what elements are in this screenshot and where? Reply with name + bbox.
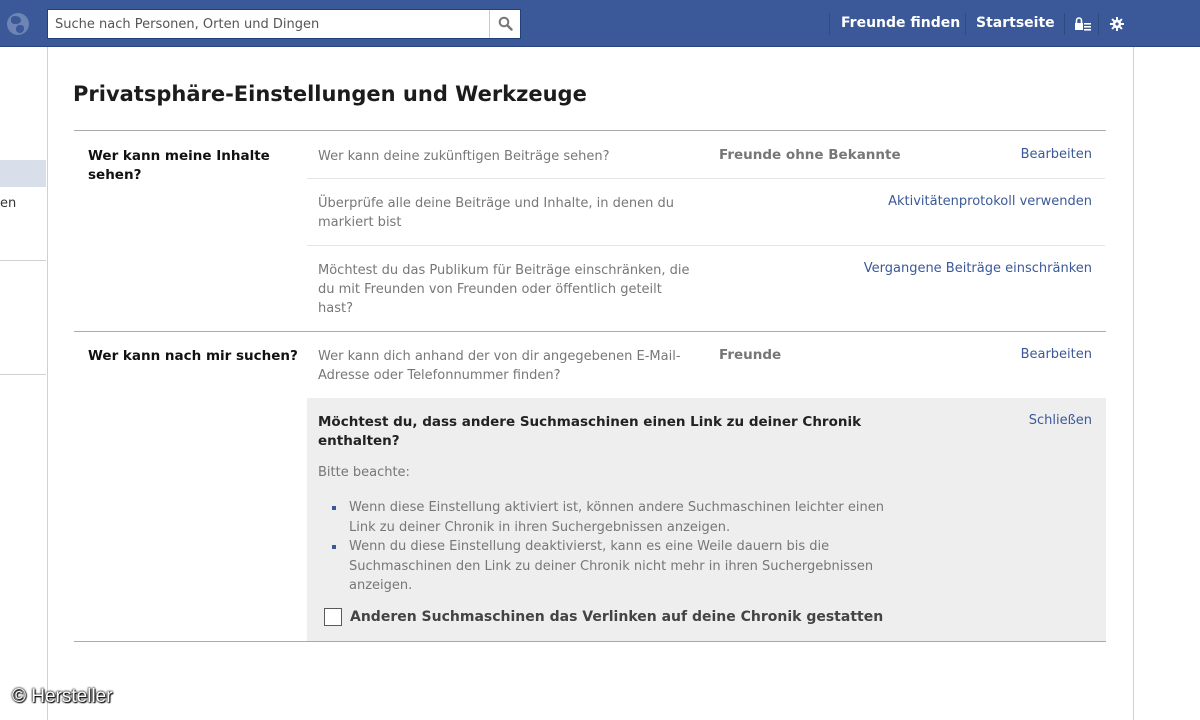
- section-divider: [74, 130, 1106, 131]
- setting-value: Freunde: [719, 347, 782, 363]
- sidebar-divider: [0, 260, 46, 261]
- notifications-globe-icon[interactable]: [7, 13, 29, 35]
- limit-past-posts-link[interactable]: Vergangene Beiträge einschränken: [864, 261, 1092, 276]
- activity-log-link[interactable]: Aktivitätenprotokoll verwenden: [888, 194, 1092, 209]
- section-label-content-visibility: Wer kann meine Inhalte sehen?: [88, 148, 270, 183]
- search-icon: [498, 16, 513, 31]
- setting-question: Möchtest du das Publikum für Beiträge ei…: [318, 263, 690, 316]
- panel-note: Bitte beachte:: [318, 465, 410, 480]
- search-input[interactable]: [48, 10, 490, 38]
- top-navigation-bar: Freunde finden Startseite: [0, 0, 1200, 47]
- row-divider: [307, 178, 1105, 179]
- list-item: Wenn diese Einstellung aktiviert ist, kö…: [330, 498, 910, 537]
- close-link[interactable]: Schließen: [1029, 413, 1092, 428]
- nav-separator: [965, 13, 966, 35]
- panel-question: Möchtest du, dass andere Suchmaschinen e…: [318, 414, 862, 449]
- copyright-watermark: © Hersteller: [12, 686, 113, 707]
- nav-separator: [1064, 13, 1065, 35]
- section-divider: [74, 641, 1106, 642]
- list-item: Wenn du diese Einstellung deaktivierst, …: [330, 537, 910, 596]
- sidebar-item-selected[interactable]: [0, 160, 46, 187]
- allow-search-engines-checkbox[interactable]: [324, 608, 342, 626]
- setting-value: Freunde ohne Bekannte: [719, 147, 901, 163]
- settings-gear-icon[interactable]: [1107, 14, 1127, 34]
- setting-question: Wer kann deine zukünftigen Beiträge sehe…: [318, 149, 610, 164]
- nav-separator: [1098, 13, 1099, 35]
- nav-home[interactable]: Startseite: [976, 15, 1055, 31]
- setting-question: Überprüfe alle deine Beiträge und Inhalt…: [318, 196, 674, 230]
- section-label-search: Wer kann nach mir suchen?: [88, 348, 298, 364]
- checkbox-label: Anderen Suchmaschinen das Verlinken auf …: [350, 609, 884, 625]
- content-left-border: [47, 47, 48, 720]
- row-divider: [307, 245, 1105, 246]
- page-title: Privatsphäre-Einstellungen und Werkzeuge: [73, 82, 587, 106]
- section-divider: [74, 331, 1106, 332]
- sidebar-item-partial[interactable]: en: [0, 196, 16, 211]
- allow-search-engines-option[interactable]: Anderen Suchmaschinen das Verlinken auf …: [324, 608, 883, 626]
- setting-question: Wer kann dich anhand der von dir angegeb…: [318, 349, 681, 383]
- nav-find-friends[interactable]: Freunde finden: [841, 15, 960, 31]
- edit-lookup-link[interactable]: Bearbeiten: [1021, 347, 1092, 362]
- panel-bullet-list: Wenn diese Einstellung aktiviert ist, kö…: [330, 498, 910, 596]
- nav-separator: [829, 13, 830, 35]
- privacy-shortcuts-icon[interactable]: [1073, 14, 1093, 34]
- content-right-border: [1133, 47, 1134, 720]
- edit-future-posts-link[interactable]: Bearbeiten: [1021, 147, 1092, 162]
- search-button[interactable]: [489, 10, 520, 38]
- search-box: [47, 9, 521, 39]
- sidebar-divider: [0, 374, 46, 375]
